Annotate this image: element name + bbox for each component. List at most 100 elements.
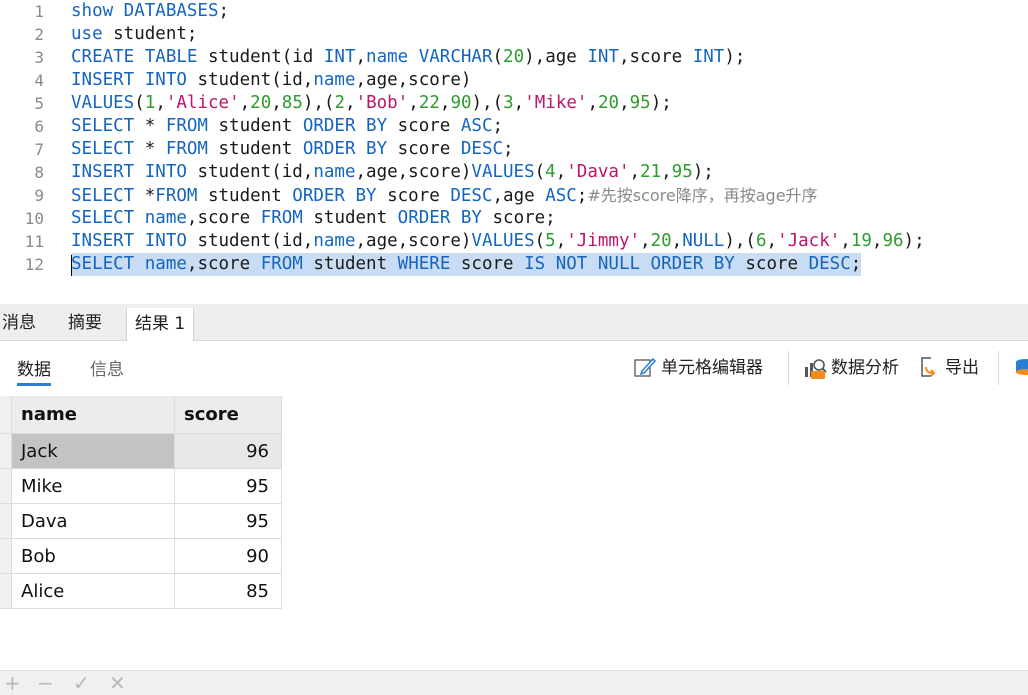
- code-token: 3: [503, 93, 514, 113]
- toolbar-divider: [788, 351, 789, 385]
- cell-score[interactable]: 90: [175, 539, 282, 574]
- code-line[interactable]: 3 CREATE TABLE student(id INT,name VARCHA…: [0, 46, 1028, 69]
- tab-summary[interactable]: 摘要: [68, 304, 102, 340]
- row-gutter[interactable]: [0, 469, 12, 504]
- code-token: 'Bob': [355, 93, 409, 113]
- line-number: 7: [34, 140, 44, 159]
- code-line[interactable]: 6 SELECT * FROM student ORDER BY score AS…: [0, 115, 1028, 138]
- cell-name[interactable]: Bob: [12, 539, 175, 574]
- line-number: 3: [34, 48, 44, 67]
- delete-record-button[interactable]: −: [37, 673, 54, 693]
- code-token: 4: [545, 162, 556, 182]
- apply-changes-button[interactable]: ✓: [73, 673, 90, 693]
- code-line[interactable]: 9 SELECT *FROM student ORDER BY score DES…: [0, 184, 1028, 207]
- code-token: ,: [640, 231, 651, 251]
- code-text: SELECT *FROM student ORDER BY score DESC…: [71, 184, 818, 208]
- discard-changes-button[interactable]: ✕: [109, 673, 126, 693]
- cell-name[interactable]: Jack: [12, 434, 175, 469]
- cell-name[interactable]: Mike: [12, 469, 175, 504]
- code-token: (: [534, 231, 546, 251]
- code-token: 22: [418, 93, 440, 113]
- code-line[interactable]: 12 SELECT name,score FROM student WHERE s…: [0, 253, 1028, 276]
- code-line[interactable]: 8 INSERT INTO student(id,name,age,score)V…: [0, 161, 1028, 184]
- row-gutter[interactable]: [0, 434, 12, 469]
- cell-score[interactable]: 95: [175, 469, 282, 504]
- subtab-info[interactable]: 信息: [90, 355, 124, 383]
- cell-editor-button[interactable]: 单元格编辑器: [633, 355, 773, 381]
- code-token: 'Jack': [777, 231, 841, 251]
- code-token: INSERT INTO: [71, 70, 187, 90]
- code-line[interactable]: 11 INSERT INTO student(id,name,age,score)…: [0, 230, 1028, 253]
- code-token: ,: [671, 231, 683, 251]
- line-number: 1: [34, 2, 44, 21]
- column-header-name[interactable]: name: [12, 396, 175, 434]
- code-token: 95: [671, 162, 693, 182]
- code-token: IS NOT NULL ORDER BY: [524, 254, 735, 274]
- code-line[interactable]: 1 show DATABASES;: [0, 0, 1028, 23]
- code-line[interactable]: 10 SELECT name,score FROM student ORDER B…: [0, 207, 1028, 230]
- code-token: VARCHAR: [418, 47, 493, 67]
- code-line[interactable]: 4 INSERT INTO student(id,name,age,score): [0, 69, 1028, 92]
- code-token: 20: [597, 93, 620, 113]
- code-token: );: [692, 162, 714, 182]
- code-token: ORDER BY: [397, 208, 482, 228]
- sql-editor[interactable]: 1 show DATABASES; 2 use student; 3 CREATE TAB…: [0, 0, 1028, 304]
- code-token: NULL: [682, 231, 725, 251]
- code-token: *: [134, 139, 166, 159]
- cell-score[interactable]: 96: [175, 434, 282, 469]
- code-token: INT: [587, 47, 619, 67]
- export-label: 导出: [945, 358, 979, 378]
- column-header-score[interactable]: score: [175, 396, 282, 434]
- code-token: ;: [850, 254, 862, 274]
- result-grid[interactable]: name score Jack 96 Mike 95 Dava 95 Bob 90 Alice 8…: [0, 396, 1028, 670]
- tab-result-1[interactable]: 结果 1: [126, 308, 195, 341]
- code-token: ,: [555, 231, 567, 251]
- code-text: VALUES(1,'Alice',20,85),(2,'Bob',22,90),…: [71, 92, 672, 115]
- code-line[interactable]: 2 use student;: [0, 23, 1028, 46]
- code-token: 'Jimmy': [566, 231, 641, 251]
- cell-name[interactable]: Alice: [12, 574, 175, 609]
- line-number: 11: [24, 232, 44, 251]
- more-tools-button[interactable]: [1013, 355, 1028, 381]
- code-token: name: [144, 208, 187, 228]
- code-token: 20: [250, 93, 272, 113]
- subtab-data[interactable]: 数据: [17, 355, 51, 386]
- row-gutter[interactable]: [0, 539, 12, 574]
- tab-messages[interactable]: 消息: [2, 304, 36, 340]
- code-token: ;: [218, 1, 230, 21]
- code-text: show DATABASES;: [71, 0, 229, 23]
- code-token: ),(: [724, 231, 756, 251]
- code-token: use: [71, 24, 103, 44]
- edit-pencil-icon: [634, 357, 657, 377]
- add-record-button[interactable]: +: [4, 673, 21, 693]
- cell-name[interactable]: Dava: [12, 504, 175, 539]
- code-token: 95: [629, 93, 651, 113]
- data-analysis-button[interactable]: 数据分析: [803, 355, 908, 381]
- row-gutter[interactable]: [0, 504, 12, 539]
- code-token: ORDER BY: [302, 116, 388, 136]
- row-gutter[interactable]: [0, 574, 12, 609]
- export-button[interactable]: 导出: [917, 355, 987, 381]
- cell-score[interactable]: 95: [175, 504, 282, 539]
- code-token: student: [207, 116, 303, 136]
- code-token: name: [144, 254, 187, 274]
- code-token: ,: [439, 93, 451, 113]
- code-line[interactable]: 5 VALUES(1,'Alice',20,85),(2,'Bob',22,90)…: [0, 92, 1028, 115]
- code-token: name: [313, 70, 356, 90]
- code-token: student(id,: [186, 70, 314, 90]
- line-number: 6: [34, 117, 44, 136]
- code-text: use student;: [71, 23, 197, 46]
- code-token: 20: [503, 47, 525, 67]
- code-token: SELECT: [71, 116, 135, 136]
- code-text: CREATE TABLE student(id INT,name VARCHAR…: [71, 46, 745, 69]
- code-token: WHERE: [397, 254, 451, 274]
- cell-score[interactable]: 85: [175, 574, 282, 609]
- grid-bottom-bar: + − ✓ ✕: [0, 670, 1028, 695]
- result-toolbar: 数据 信息 单元格编辑器 数据分析 导出: [0, 341, 1028, 396]
- code-line[interactable]: 7 SELECT * FROM student ORDER BY score DE…: [0, 138, 1028, 161]
- code-text: INSERT INTO student(id,name,age,score)VA…: [71, 161, 714, 184]
- code-token: (: [134, 93, 145, 113]
- code-token: SELECT: [71, 139, 135, 159]
- code-token: student(id,: [186, 231, 314, 251]
